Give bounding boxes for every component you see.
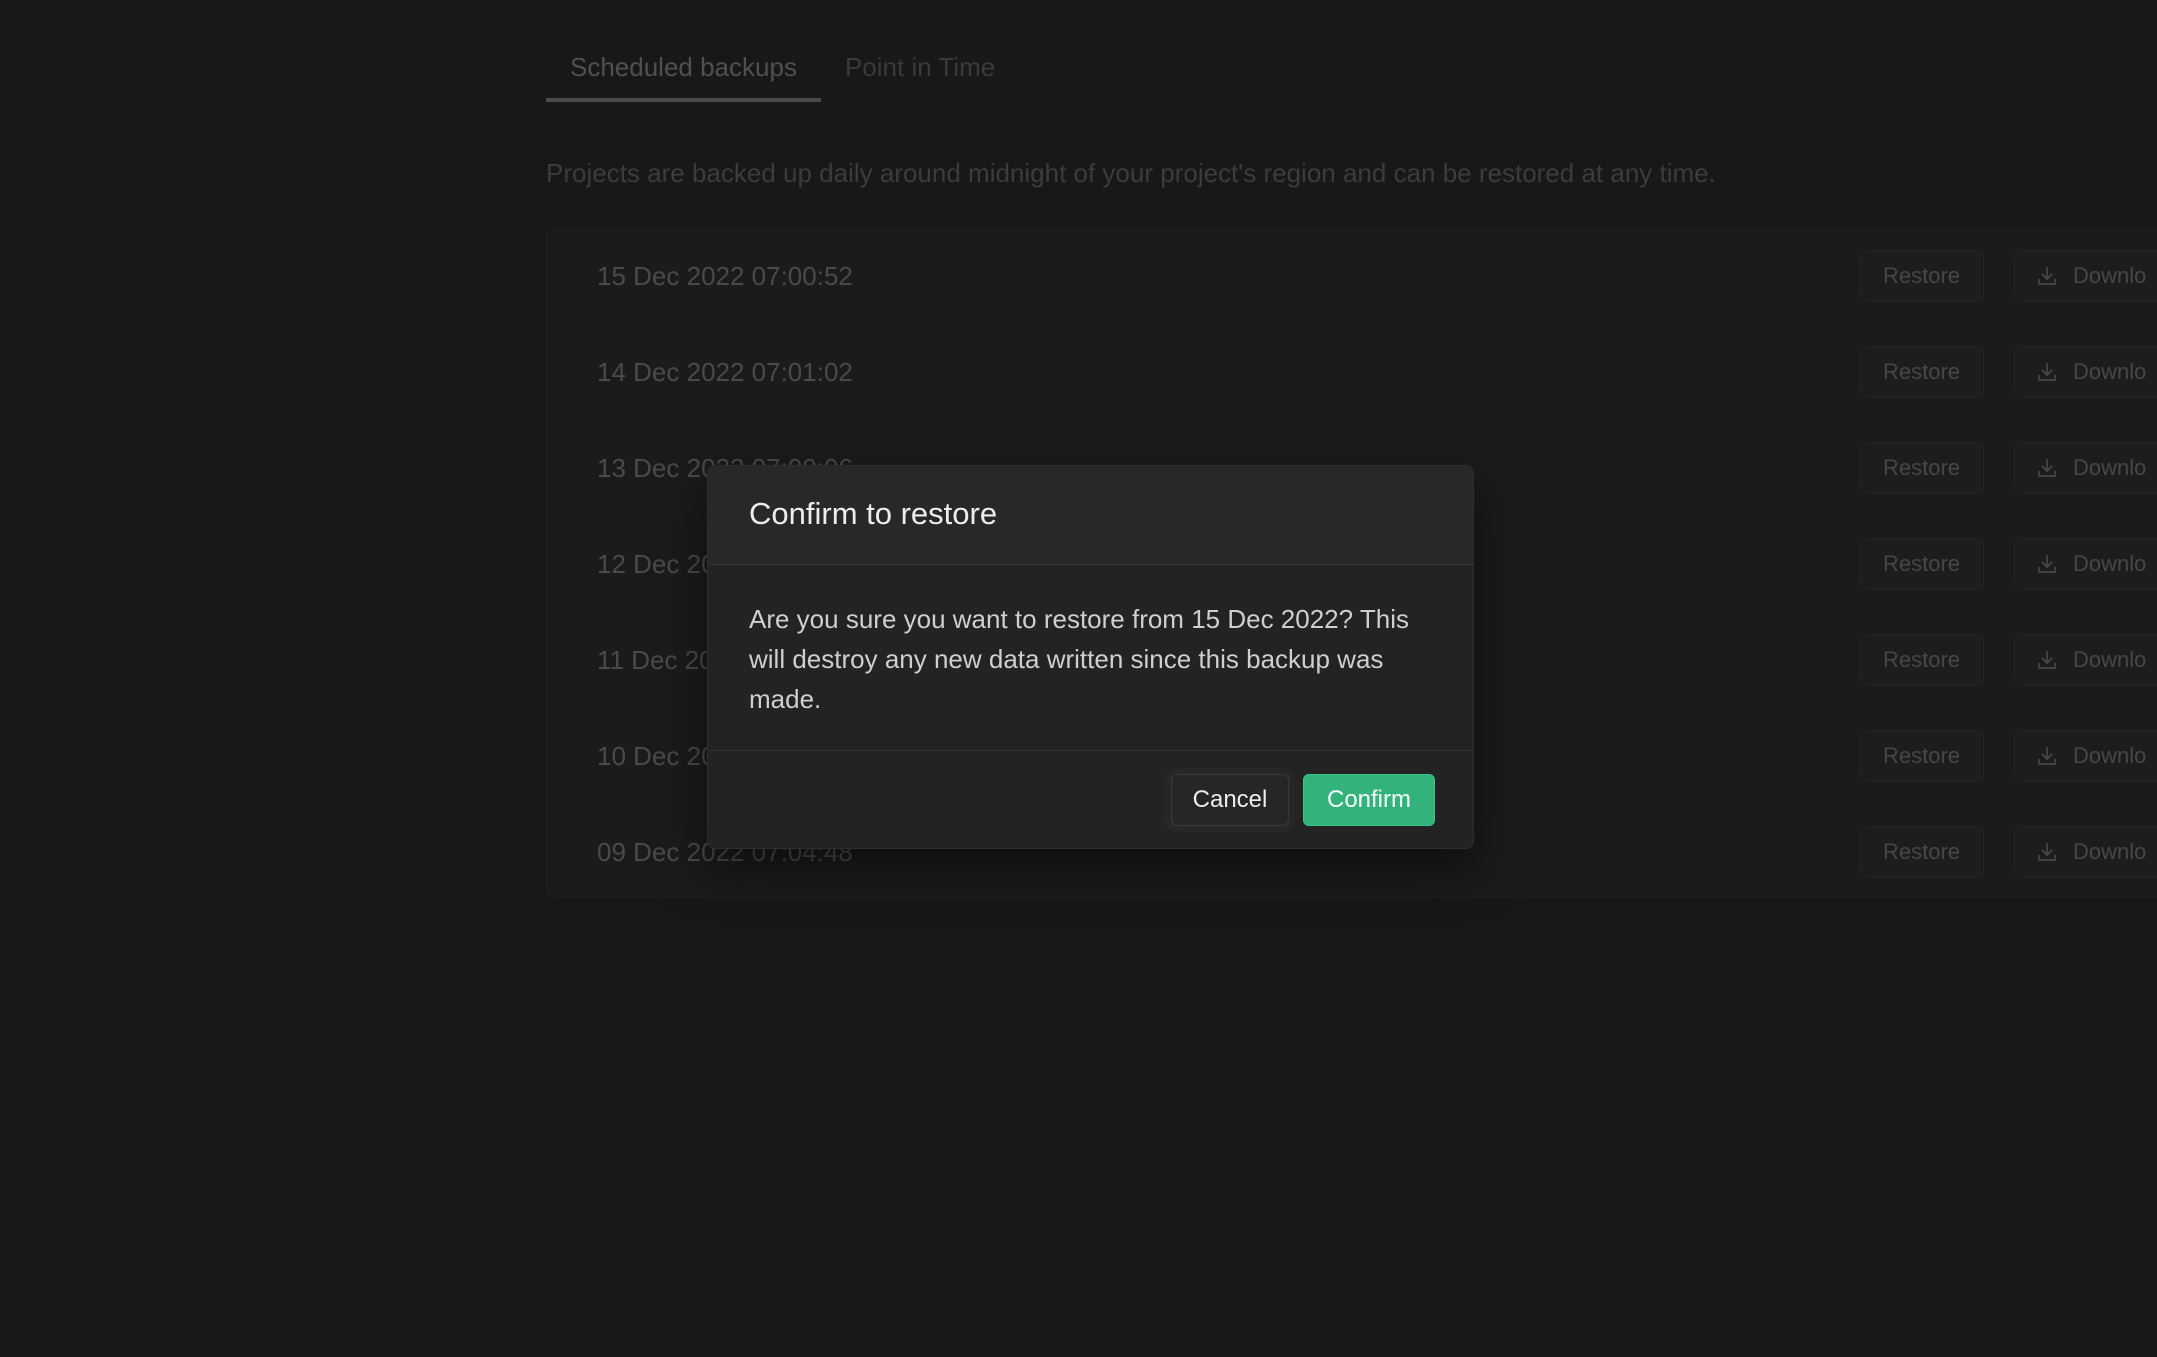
dialog-title: Confirm to restore <box>708 466 1473 565</box>
cancel-button[interactable]: Cancel <box>1171 774 1289 826</box>
confirm-restore-dialog: Confirm to restore Are you sure you want… <box>707 465 1474 849</box>
dialog-footer: Cancel Confirm <box>708 751 1473 848</box>
dialog-message: Are you sure you want to restore from 15… <box>708 565 1473 751</box>
confirm-button[interactable]: Confirm <box>1303 774 1435 826</box>
